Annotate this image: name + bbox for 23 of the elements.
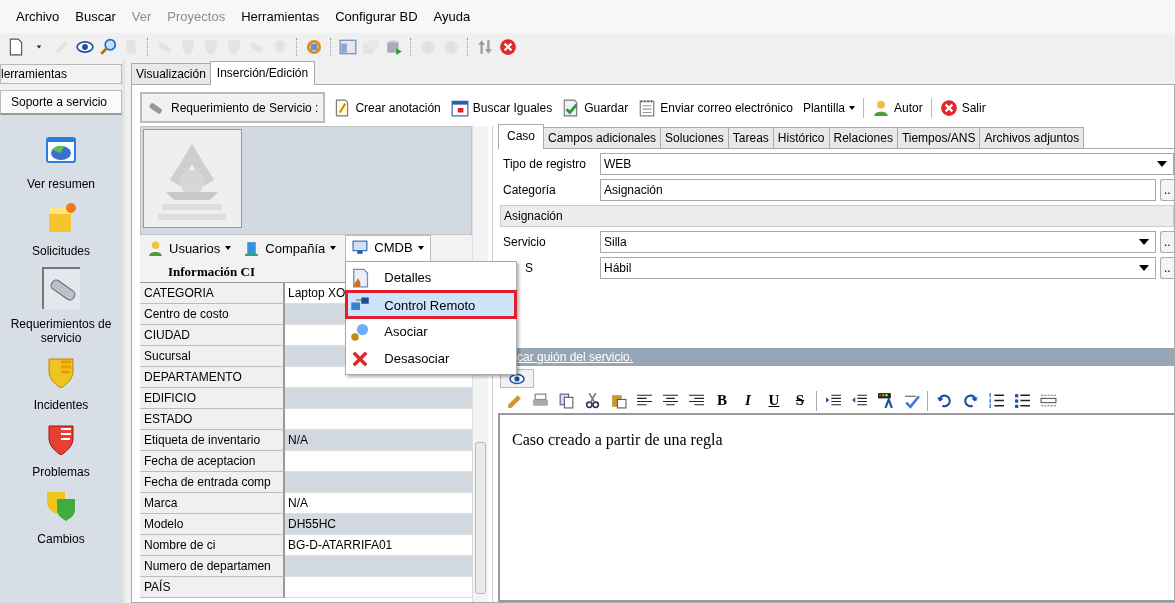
field-label: Categoría: [503, 183, 557, 197]
table-cell: Fecha de entrada comp: [140, 472, 285, 493]
table-cell: CIUDAD: [140, 325, 285, 346]
table-cell: Nombre de ci: [140, 535, 285, 556]
table-cell: N/A: [285, 430, 473, 451]
field-label: Servicio: [503, 235, 547, 249]
table-cell: EDIFICIO: [140, 388, 285, 409]
table-cell: Centro de costo: [140, 304, 285, 325]
record-type-label: Requerimiento de Servicio :: [140, 92, 326, 123]
table-cell: Fecha de aceptacion: [140, 451, 285, 472]
field-label: S: [524, 261, 534, 275]
table-cell: PAÍS: [140, 577, 285, 598]
table-cell: CATEGORIA: [140, 283, 285, 304]
table-cell: Modelo: [140, 514, 285, 535]
section-header: Asignación: [500, 205, 1174, 227]
field-label: Tipo de registro: [503, 157, 587, 171]
table-cell: DEPARTAMENTO: [140, 367, 285, 388]
table-cell: Marca: [140, 493, 285, 514]
table-cell: Numero de departamen: [140, 556, 285, 577]
table-cell: DH55HC: [285, 514, 473, 535]
table-cell: ESTADO: [140, 409, 285, 430]
table-cell: Etiqueta de inventario: [140, 430, 285, 451]
table-cell: Sucursal: [140, 346, 285, 367]
